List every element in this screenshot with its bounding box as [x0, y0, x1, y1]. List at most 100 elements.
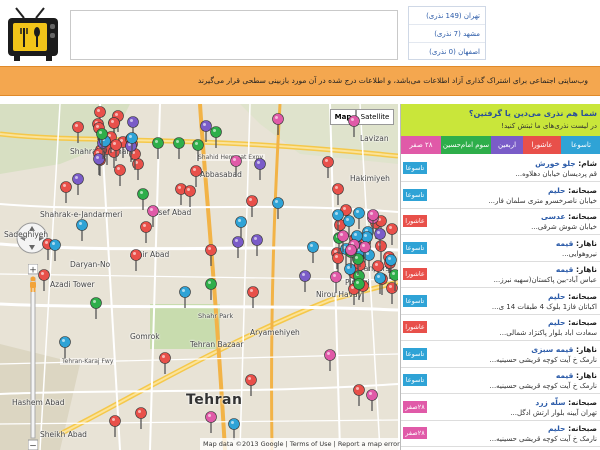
list-item[interactable]: صبحانه: سلّه زرد تهران آیینه بلوار ارتش ا…	[401, 395, 600, 421]
map-marker-icon[interactable]	[49, 239, 61, 261]
city-item-isfahan[interactable]: اصفهان (0 نذری)	[409, 43, 485, 61]
dish-name[interactable]: عدسی	[541, 212, 565, 221]
meal-time: ناهار:	[576, 238, 597, 248]
filter-tab-ashura[interactable]: عاشورا	[523, 136, 561, 154]
map-marker-icon[interactable]	[126, 132, 138, 154]
list-item[interactable]: صبحانه: حلیم خیابان ناصرخسرو متری سلمان ف…	[401, 183, 600, 209]
map-marker-icon[interactable]	[205, 411, 217, 433]
map-label-sheikh-abad: Sheikh Abad	[40, 430, 87, 439]
list-item-title: صبحانه: حلیم	[548, 186, 597, 195]
dish-name[interactable]: جلو خورش	[535, 159, 576, 168]
map-marker-icon[interactable]	[173, 137, 185, 159]
map-marker-icon[interactable]	[367, 209, 379, 231]
map-marker-icon[interactable]	[386, 223, 398, 245]
map-marker-icon[interactable]	[345, 244, 357, 266]
list-item[interactable]: صبحانه: حلیم اکباتان فاز1 بلوک 4 طبقات 14…	[401, 289, 600, 315]
list-item[interactable]: صبحانه: حلیم سعادت اباد بلوار پاکنژاد شما…	[401, 315, 600, 341]
map-marker-icon[interactable]	[179, 286, 191, 308]
filter-tabs: تاسوعا عاشورا اربعین سوم امام‌حسین ۲۸ صف…	[401, 136, 600, 154]
map-marker-icon[interactable]	[60, 181, 72, 203]
meal-time: ناهار:	[576, 344, 597, 354]
map-type-satellite-button[interactable]: Satellite	[356, 109, 394, 125]
map-marker-icon[interactable]	[152, 137, 164, 159]
occasion-badge: تاسوعا	[403, 347, 427, 360]
map-marker-icon[interactable]	[59, 336, 71, 358]
dish-name[interactable]: قیمه	[556, 239, 574, 248]
map-marker-icon[interactable]	[205, 244, 217, 266]
map-marker-icon[interactable]	[389, 269, 398, 291]
map-marker-icon[interactable]	[359, 241, 371, 263]
filter-tab-28safar[interactable]: ۲۸ صفر	[401, 136, 441, 154]
map-marker-icon[interactable]	[38, 269, 50, 291]
map-marker-icon[interactable]	[330, 271, 342, 293]
map-marker-icon[interactable]	[299, 270, 311, 292]
city-item-mashhad[interactable]: مشهد (7 نذری)	[409, 25, 485, 43]
map-label-lavizan: Lavizan	[360, 134, 389, 143]
dish-name[interactable]: حلیم	[548, 186, 565, 195]
map-marker-icon[interactable]	[230, 155, 242, 177]
dish-name[interactable]: حلیم	[548, 424, 565, 433]
map-marker-icon[interactable]	[72, 121, 84, 143]
dish-name[interactable]: حلیم	[548, 318, 565, 327]
dish-name[interactable]: قیمه سبزی	[531, 345, 573, 354]
filter-tab-sevom[interactable]: سوم امام‌حسین	[441, 136, 491, 154]
map-marker-icon[interactable]	[110, 139, 122, 161]
dish-name[interactable]: قیمه	[556, 371, 574, 380]
map-marker-icon[interactable]	[109, 415, 121, 437]
map-marker-icon[interactable]	[251, 234, 263, 256]
map-marker-icon[interactable]	[272, 113, 284, 135]
map-marker-icon[interactable]	[210, 126, 222, 148]
map-marker-icon[interactable]	[130, 249, 142, 271]
map-marker-icon[interactable]	[247, 286, 259, 308]
map-attribution[interactable]: Map data ©2013 Google | Terms of Use | R…	[200, 438, 400, 450]
dish-name[interactable]: قیمه	[556, 265, 574, 274]
list-item-address: خیابان ناصرخسرو متری سلمان فار...	[488, 196, 597, 205]
tv-logo-icon[interactable]	[4, 6, 62, 62]
map-marker-icon[interactable]	[192, 139, 204, 161]
map-marker-icon[interactable]	[307, 241, 319, 263]
map-marker-icon[interactable]	[90, 297, 102, 319]
dish-name[interactable]: حلیم	[548, 292, 565, 301]
map-marker-icon[interactable]	[190, 165, 202, 187]
map-marker-icon[interactable]	[184, 185, 196, 207]
list-item[interactable]: ناهار: قیمه عباس آباد-بین پاکستان(سهیه نب…	[401, 262, 600, 288]
map-marker-icon[interactable]	[205, 278, 217, 300]
map-marker-icon[interactable]	[135, 407, 147, 429]
map-marker-icon[interactable]	[72, 173, 84, 195]
dish-name[interactable]: سلّه زرد	[535, 398, 565, 407]
pegman-icon[interactable]	[28, 276, 38, 292]
list-item[interactable]: شام: جلو خورش قم پردیسان خیابان دهلاوه...…	[401, 156, 600, 182]
map-marker-icon[interactable]	[272, 197, 284, 219]
svg-text:+: +	[29, 266, 37, 276]
filter-tab-tasua[interactable]: تاسوعا	[561, 136, 600, 154]
map-marker-icon[interactable]	[254, 158, 266, 180]
city-item-tehran[interactable]: تهران (149 نذری)	[409, 7, 485, 25]
map-marker-icon[interactable]	[147, 205, 159, 227]
map-marker-icon[interactable]	[235, 216, 247, 238]
map-view[interactable]: Map Satellite + − Shahrak-e-Gharb Abbasa…	[0, 104, 398, 450]
map-marker-icon[interactable]	[322, 156, 334, 178]
map-marker-icon[interactable]	[348, 115, 360, 137]
map-marker-icon[interactable]	[353, 384, 365, 406]
map-marker-icon[interactable]	[246, 195, 258, 217]
header: تهران (149 نذری) مشهد (7 نذری) اصفهان (0…	[0, 0, 600, 66]
list-item[interactable]: ناهار: قیمه نارمک خ آیت کوچه قریشی حسینیه…	[401, 368, 600, 394]
map-marker-icon[interactable]	[332, 183, 344, 205]
city-list: تهران (149 نذری) مشهد (7 نذری) اصفهان (0…	[408, 6, 486, 60]
map-marker-icon[interactable]	[324, 349, 336, 371]
list-item[interactable]: صبحانه: حلیم نارمک خ آیت کوچه قریشی حسینی…	[401, 421, 600, 447]
map-marker-icon[interactable]	[159, 352, 171, 374]
map-marker-icon[interactable]	[232, 236, 244, 258]
map-marker-icon[interactable]	[76, 219, 88, 241]
list-item[interactable]: ناهار: قیمه نیروهوایی... تاسوعا	[401, 236, 600, 262]
list-item[interactable]: صبحانه: عدسی خیابان شوش شرقی... عاشورا	[401, 209, 600, 235]
map-marker-icon[interactable]	[228, 418, 240, 440]
map-marker-icon[interactable]	[245, 374, 257, 396]
list-item-title: شام: جلو خورش	[535, 159, 597, 168]
map-marker-icon[interactable]	[96, 128, 108, 150]
map-marker-icon[interactable]	[366, 389, 378, 411]
filter-tab-arbaeen[interactable]: اربعین	[491, 136, 523, 154]
search-input[interactable]	[70, 10, 398, 60]
map-marker-icon[interactable]	[353, 278, 365, 300]
list-item[interactable]: ناهار: قیمه سبزی نارمک خ آیت کوچه قریشی ح…	[401, 342, 600, 368]
